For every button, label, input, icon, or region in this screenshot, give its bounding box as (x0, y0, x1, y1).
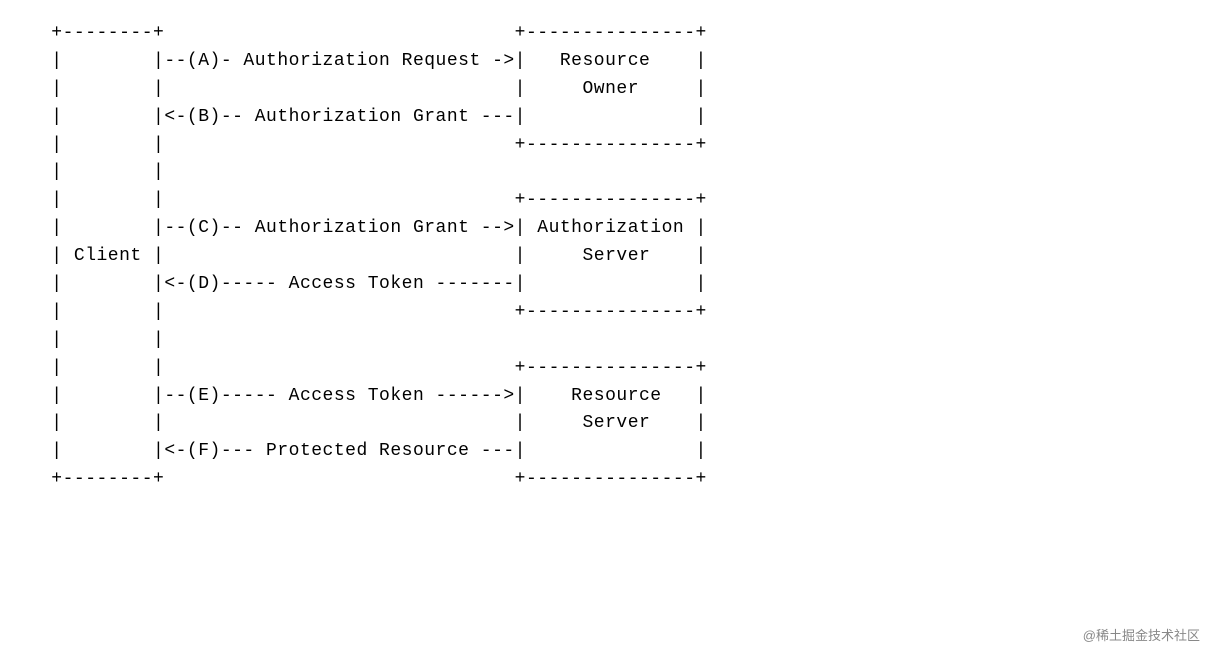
diagram-line: | |--(E)----- Access Token ------>| Reso… (40, 386, 707, 406)
diagram-line: | | (40, 162, 164, 182)
diagram-line: +--------+ +---------------+ (40, 469, 707, 489)
diagram-line: | | (40, 330, 164, 350)
watermark-text: @稀土掘金技术社区 (1083, 626, 1200, 646)
diagram-line: | |<-(F)--- Protected Resource ---| | (40, 441, 707, 461)
diagram-line: | |<-(B)-- Authorization Grant ---| | (40, 107, 707, 127)
diagram-line: | |--(A)- Authorization Request ->| Reso… (40, 51, 707, 71)
diagram-line: | | +---------------+ (40, 190, 707, 210)
diagram-line: | | +---------------+ (40, 135, 707, 155)
diagram-line: | | +---------------+ (40, 302, 707, 322)
diagram-line: | | | Owner | (40, 79, 707, 99)
diagram-line: | | | Server | (40, 413, 707, 433)
diagram-line: +--------+ +---------------+ (40, 23, 707, 43)
diagram-line: | |--(C)-- Authorization Grant -->| Auth… (40, 218, 707, 238)
oauth-flow-diagram: +--------+ +---------------+ | |--(A)- A… (0, 0, 1212, 514)
diagram-line: | Client | | Server | (40, 246, 707, 266)
diagram-line: | | +---------------+ (40, 358, 707, 378)
diagram-line: | |<-(D)----- Access Token -------| | (40, 274, 707, 294)
